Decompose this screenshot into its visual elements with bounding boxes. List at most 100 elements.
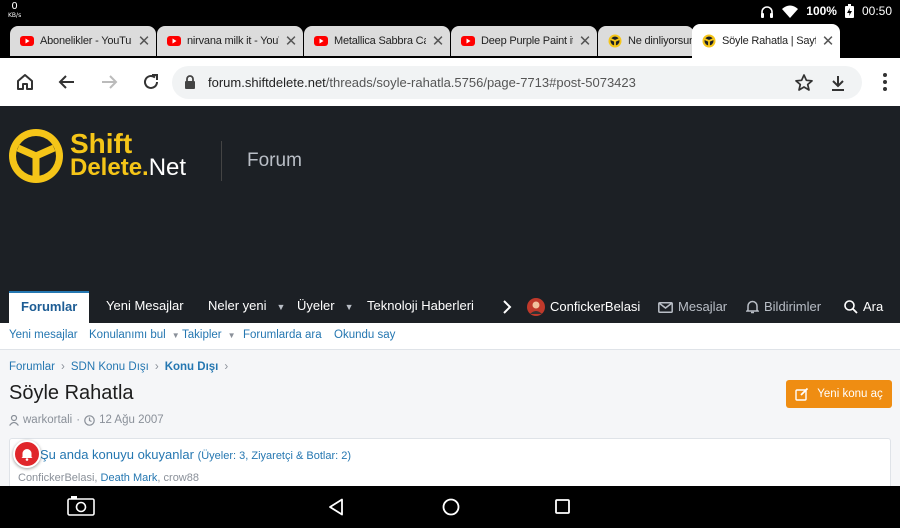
subnav-takipler-label: Takipler bbox=[182, 329, 222, 341]
main-content: Forumlar › SDN Konu Dışı › Konu Dışı › Söyle … bbox=[0, 350, 900, 486]
shiftdelete-icon bbox=[702, 34, 716, 48]
page-title: Söyle Rahatla bbox=[9, 382, 134, 404]
bookmark-star-icon[interactable] bbox=[794, 73, 814, 93]
browser-tab-active[interactable]: Söyle Rahatla | Sayfa 7713 ✕ bbox=[692, 24, 840, 58]
clock-icon bbox=[84, 414, 95, 426]
browser-tab[interactable]: Metallica Sabbra Cadabra ✕ bbox=[304, 26, 450, 56]
reader-user[interactable]: crow88 bbox=[164, 472, 199, 484]
breadcrumb-item[interactable]: SDN Konu Dışı bbox=[71, 361, 149, 373]
shiftdelete-logo-icon bbox=[9, 129, 63, 183]
browser-tab[interactable]: Deep Purple Paint it Black ✕ bbox=[451, 26, 597, 56]
readers-title[interactable]: Şu anda konuyu okuyanlar (Üyeler: 3, Ziy… bbox=[40, 447, 351, 462]
section-label[interactable]: Forum bbox=[247, 150, 302, 172]
back-button[interactable] bbox=[53, 68, 81, 96]
home-button[interactable] bbox=[11, 68, 39, 96]
youtube-icon bbox=[461, 36, 475, 46]
tab-title: Söyle Rahatla | Sayfa 7713 bbox=[722, 35, 816, 47]
logo-text-delete: Delete. bbox=[70, 154, 149, 181]
browser-tab[interactable]: Abonelikler - YouTube ✕ bbox=[10, 26, 156, 56]
logo-divider bbox=[221, 141, 222, 181]
breadcrumb-item[interactable]: Konu Dışı bbox=[165, 361, 219, 373]
recents-square-icon[interactable] bbox=[555, 499, 570, 514]
bell-icon bbox=[21, 449, 33, 461]
url-text[interactable]: forum.shiftdelete.net/threads/soyle-raha… bbox=[208, 75, 636, 90]
subnav-yeni-mesajlar[interactable]: Yeni mesajlar bbox=[9, 329, 78, 341]
thread-date[interactable]: 12 Ağu 2007 bbox=[99, 414, 164, 426]
notification-bell-button[interactable] bbox=[13, 440, 41, 468]
nav-yeni-mesajlar[interactable]: Yeni Mesajlar bbox=[106, 291, 184, 323]
forward-button[interactable] bbox=[95, 68, 123, 96]
chevron-down-icon[interactable]: ▼ bbox=[345, 302, 354, 312]
youtube-icon bbox=[20, 36, 34, 46]
nav-alerts-label: Bildirimler bbox=[764, 299, 822, 314]
sub-nav: Yeni mesajlar Konulanımı bul ▼ Takipler ▼ … bbox=[0, 323, 900, 350]
chevron-down-icon[interactable]: ▼ bbox=[277, 302, 286, 312]
search-icon bbox=[844, 300, 858, 314]
tab-title: Abonelikler - YouTube bbox=[40, 35, 132, 47]
subnav-okundu-say[interactable]: Okundu say bbox=[334, 329, 395, 341]
nav-scroll-right[interactable] bbox=[502, 291, 512, 323]
site-header: Shift Delete.Net Forum bbox=[0, 106, 900, 291]
address-bar[interactable]: forum.shiftdelete.net/threads/soyle-raha… bbox=[172, 66, 862, 99]
bell-icon bbox=[746, 300, 759, 314]
nav-forumlar[interactable]: Forumlar bbox=[9, 291, 90, 323]
chevron-right-icon bbox=[503, 300, 512, 314]
nav-user[interactable]: ConfickerBelasi bbox=[527, 291, 640, 323]
main-nav: Forumlar Yeni Mesajlar Neler yeni ▼ Üyele… bbox=[0, 291, 900, 323]
subnav-konularimi-bul[interactable]: Konulanımı bul ▼ bbox=[89, 329, 180, 341]
tab-title: Ne dinliyorsunuz? bbox=[628, 35, 694, 47]
meta-separator: · bbox=[76, 414, 81, 426]
nav-username: ConfickerBelasi bbox=[550, 299, 641, 314]
tab-title: Metallica Sabbra Cadabra bbox=[334, 35, 426, 47]
more-menu-icon[interactable] bbox=[882, 72, 888, 92]
back-triangle-icon[interactable] bbox=[328, 498, 344, 516]
reader-user[interactable]: ConfickerBelasi bbox=[18, 472, 94, 484]
new-thread-label: Yeni konu aç bbox=[817, 388, 883, 400]
chevron-down-icon[interactable]: ▼ bbox=[172, 331, 180, 340]
subnav-forumlarda-ara[interactable]: Forumlarda ara bbox=[243, 329, 322, 341]
reload-button[interactable] bbox=[137, 68, 165, 96]
close-tab-icon[interactable]: ✕ bbox=[816, 32, 840, 50]
avatar bbox=[527, 298, 545, 316]
chevron-down-icon[interactable]: ▼ bbox=[228, 331, 236, 340]
envelope-icon bbox=[658, 301, 673, 313]
nav-neler-yeni[interactable]: Neler yeni ▼ bbox=[208, 291, 285, 323]
readers-title-text: Şu anda konuyu okuyanlar bbox=[40, 447, 194, 462]
nav-uyeler-label: Üyeler bbox=[297, 298, 335, 313]
reader-user[interactable]: Death Mark bbox=[101, 472, 158, 484]
tab-strip: Abonelikler - YouTube ✕ nirvana milk it … bbox=[0, 24, 900, 77]
clock: 00:50 bbox=[861, 4, 892, 18]
close-tab-icon[interactable]: ✕ bbox=[573, 32, 597, 50]
tab-title: Deep Purple Paint it Black bbox=[481, 35, 573, 47]
home-circle-icon[interactable] bbox=[442, 498, 460, 516]
close-tab-icon[interactable]: ✕ bbox=[279, 32, 303, 50]
chevron-right-icon: › bbox=[61, 361, 65, 373]
browser-tab[interactable]: nirvana milk it - YouTube ✕ bbox=[157, 26, 303, 56]
youtube-icon bbox=[314, 36, 328, 46]
battery-percent: 100% bbox=[806, 4, 837, 18]
nav-messages[interactable]: Mesajlar bbox=[658, 291, 727, 323]
new-thread-button[interactable]: Yeni konu aç bbox=[786, 380, 892, 408]
thread-author[interactable]: warkortali bbox=[23, 414, 72, 426]
nav-teknoloji-haberleri[interactable]: Teknoloji Haberleri bbox=[367, 291, 474, 323]
wifi-icon bbox=[782, 5, 799, 18]
download-icon[interactable] bbox=[828, 73, 848, 93]
breadcrumb-item[interactable]: Forumlar bbox=[9, 361, 55, 373]
user-icon bbox=[9, 414, 19, 426]
logo-text-net: Net bbox=[148, 154, 187, 181]
site-logo[interactable]: Shift Delete.Net bbox=[8, 128, 186, 184]
nav-alerts[interactable]: Bildirimler bbox=[746, 291, 821, 323]
nav-search[interactable]: Ara bbox=[844, 291, 883, 323]
screenshot-icon[interactable] bbox=[67, 495, 95, 517]
network-speed-unit: KB/s bbox=[8, 12, 22, 19]
browser-tab[interactable]: Ne dinliyorsunuz? bbox=[598, 26, 694, 56]
close-tab-icon[interactable]: ✕ bbox=[426, 32, 450, 50]
lock-icon[interactable] bbox=[184, 74, 196, 90]
nav-uyeler[interactable]: Üyeler ▼ bbox=[297, 291, 354, 323]
nav-neler-yeni-label: Neler yeni bbox=[208, 298, 267, 313]
browser-toolbar: forum.shiftdelete.net/threads/soyle-raha… bbox=[0, 58, 900, 106]
logo-text-shift: Shift bbox=[70, 128, 133, 159]
close-tab-icon[interactable]: ✕ bbox=[132, 32, 156, 50]
subnav-takipler[interactable]: Takipler ▼ bbox=[182, 329, 236, 341]
chevron-right-icon: › bbox=[224, 361, 229, 373]
